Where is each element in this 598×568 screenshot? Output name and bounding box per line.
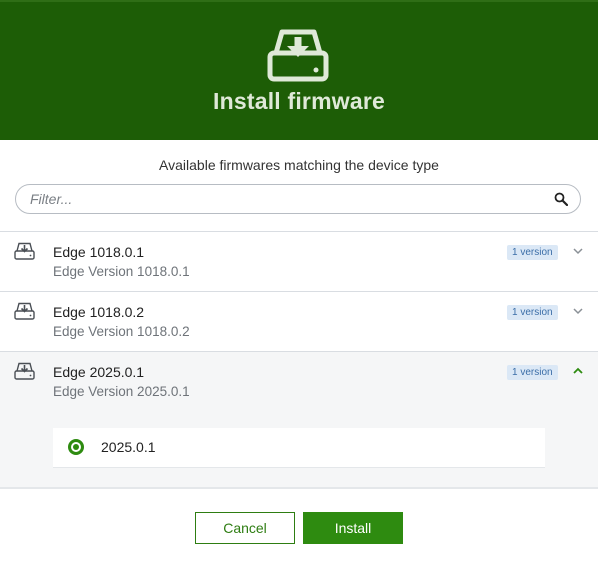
- firmware-row-expanded[interactable]: Edge 2025.0.1 Edge Version 2025.0.1 1 ve…: [0, 352, 598, 488]
- search-icon[interactable]: [554, 192, 568, 206]
- version-count-badge: 1 version: [507, 245, 558, 260]
- firmware-description: Edge Version 1018.0.1: [53, 264, 190, 279]
- chevron-down-icon[interactable]: [572, 307, 584, 315]
- firmware-description: Edge Version 1018.0.2: [53, 324, 190, 339]
- firmware-description: Edge Version 2025.0.1: [53, 384, 190, 399]
- chevron-up-icon[interactable]: [572, 367, 584, 375]
- radio-selected-dot: [73, 444, 79, 450]
- cancel-button[interactable]: Cancel: [195, 512, 295, 544]
- dialog-header: Install firmware: [0, 0, 598, 140]
- filter-input[interactable]: [30, 190, 530, 208]
- drive-download-icon: [14, 362, 35, 380]
- drive-download-icon: [14, 302, 35, 320]
- chevron-down-icon[interactable]: [572, 247, 584, 255]
- firmware-row[interactable]: Edge 1018.0.1 Edge Version 1018.0.1 1 ve…: [0, 232, 598, 292]
- firmware-row[interactable]: Edge 1018.0.2 Edge Version 1018.0.2 1 ve…: [0, 292, 598, 352]
- firmware-name: Edge 1018.0.1: [53, 244, 145, 260]
- footer-divider: [0, 487, 598, 489]
- version-count-badge: 1 version: [507, 305, 558, 320]
- version-count-badge: 1 version: [507, 365, 558, 380]
- drive-download-icon: [267, 29, 329, 82]
- firmware-name: Edge 2025.0.1: [53, 364, 145, 380]
- header-topline: [0, 0, 598, 2]
- filter-box: [15, 184, 581, 214]
- dialog-title: Install firmware: [213, 88, 385, 114]
- dialog-subtitle: Available firmwares matching the device …: [159, 157, 439, 173]
- version-option[interactable]: 2025.0.1: [53, 428, 545, 468]
- version-label: 2025.0.1: [101, 439, 156, 455]
- firmware-name: Edge 1018.0.2: [53, 304, 145, 320]
- install-button[interactable]: Install: [303, 512, 403, 544]
- drive-download-icon: [14, 242, 35, 260]
